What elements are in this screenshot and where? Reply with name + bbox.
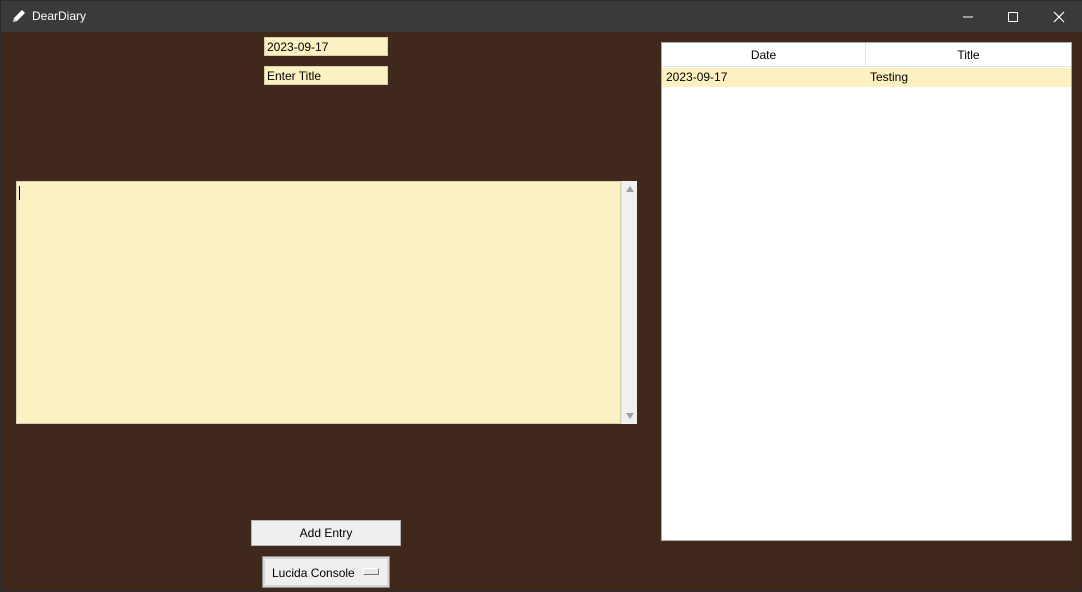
window-title: DearDiary — [32, 9, 87, 23]
title-input[interactable]: Enter Title — [264, 66, 388, 85]
close-button[interactable] — [1036, 1, 1082, 32]
table-row[interactable]: 2023-09-17 Testing — [662, 68, 1071, 87]
text-scrollbar[interactable] — [621, 181, 637, 424]
date-input[interactable]: 2023-09-17 — [264, 37, 388, 56]
table-header: Date Title — [662, 43, 1071, 67]
column-header-date[interactable]: Date — [662, 43, 866, 67]
app-window: DearDiary 2023-09-17 Enter Title Add Ent… — [0, 0, 1082, 592]
entry-text-area[interactable] — [16, 181, 621, 424]
scroll-up-arrow-icon[interactable] — [625, 184, 635, 194]
add-entry-button[interactable]: Add Entry — [251, 520, 401, 546]
maximize-button[interactable] — [990, 1, 1036, 32]
font-select[interactable]: Lucida Console — [262, 556, 390, 588]
close-icon — [1053, 11, 1065, 22]
row-title-cell: Testing — [870, 70, 909, 84]
maximize-icon — [1008, 11, 1018, 22]
title-bar[interactable]: DearDiary — [1, 1, 1082, 32]
pencil-icon — [11, 8, 27, 24]
text-cursor — [19, 186, 20, 200]
column-header-title[interactable]: Title — [866, 43, 1071, 67]
font-select-value: Lucida Console — [272, 566, 355, 580]
minimize-icon — [963, 16, 973, 17]
minimize-button[interactable] — [945, 1, 991, 32]
scroll-down-arrow-icon[interactable] — [625, 411, 635, 421]
entries-table[interactable]: Date Title 2023-09-17 Testing — [661, 42, 1072, 541]
row-date-cell: 2023-09-17 — [666, 70, 728, 84]
option-menu-indicator-icon — [363, 568, 379, 575]
